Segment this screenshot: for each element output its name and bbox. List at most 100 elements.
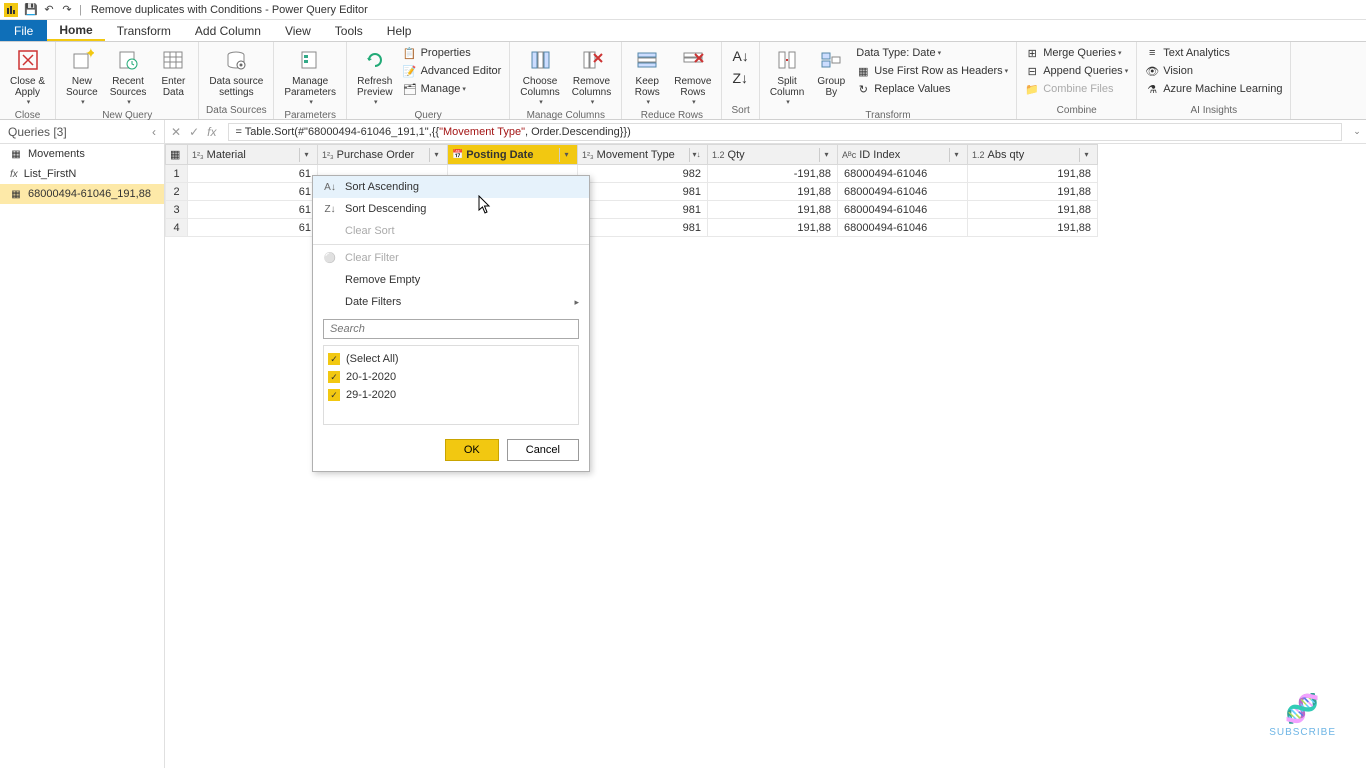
col-header-posting-date[interactable]: 📅Posting Date▾: [448, 145, 578, 165]
qat-redo-icon[interactable]: ↷: [60, 3, 74, 17]
formula-bar[interactable]: = Table.Sort(#"68000494-61046_191,1",{{"…: [228, 123, 1342, 141]
col-header-movement-type[interactable]: 1²₃Movement Type▾↓: [578, 145, 708, 165]
split-column-button[interactable]: Split Column: [764, 44, 810, 108]
ok-button[interactable]: OK: [445, 439, 499, 461]
row-icon-header[interactable]: ▦: [166, 145, 188, 165]
col-header-id-index[interactable]: AᴮcID Index▾: [838, 145, 968, 165]
remove-rows-button[interactable]: Remove Rows: [668, 44, 717, 108]
cell-material[interactable]: 61: [188, 165, 318, 183]
col-header-abs-qty[interactable]: 1.2Abs qty▾: [968, 145, 1098, 165]
text-analytics-button[interactable]: ≡Text Analytics: [1141, 44, 1286, 62]
cell-abs-qty[interactable]: 191,88: [968, 183, 1098, 201]
cell-qty[interactable]: -191,88: [708, 165, 838, 183]
cell-id-index[interactable]: 68000494-61046: [838, 201, 968, 219]
col-header-purchase-order[interactable]: 1²₃Purchase Order▾: [318, 145, 448, 165]
advanced-editor-button[interactable]: 📝Advanced Editor: [399, 62, 506, 80]
cell-abs-qty[interactable]: 191,88: [968, 165, 1098, 183]
refresh-preview-button[interactable]: Refresh Preview: [351, 44, 399, 108]
cell-movement-type[interactable]: 981: [578, 219, 708, 237]
table-row[interactable]: 261981191,8868000494-61046191,88: [166, 183, 1098, 201]
group-by-button[interactable]: Group By: [810, 44, 852, 100]
cell-id-index[interactable]: 68000494-61046: [838, 165, 968, 183]
data-type-button[interactable]: Data Type: Date: [852, 44, 1012, 62]
row-number[interactable]: 1: [166, 165, 188, 183]
cell-qty[interactable]: 191,88: [708, 201, 838, 219]
qat-save-icon[interactable]: 💾: [24, 3, 38, 17]
new-source-button[interactable]: ✦ New Source: [60, 44, 104, 108]
cell-qty[interactable]: 191,88: [708, 219, 838, 237]
row-number[interactable]: 3: [166, 201, 188, 219]
filter-dropdown-icon[interactable]: ▾: [559, 148, 573, 162]
tab-transform[interactable]: Transform: [105, 20, 183, 41]
formula-expand-icon[interactable]: ⌄: [1348, 126, 1366, 137]
cancel-button[interactable]: Cancel: [507, 439, 579, 461]
remove-empty-item[interactable]: Remove Empty: [313, 269, 589, 291]
formula-cancel-icon[interactable]: ✕: [171, 125, 181, 139]
filter-dropdown-icon[interactable]: ▾↓: [689, 148, 703, 162]
cell-material[interactable]: 61: [188, 183, 318, 201]
first-row-headers-button[interactable]: ▦Use First Row as Headers: [852, 62, 1012, 80]
col-header-qty[interactable]: 1.2Qty▾: [708, 145, 838, 165]
tab-home[interactable]: Home: [47, 20, 104, 41]
table-row[interactable]: 461981191,8868000494-61046191,88: [166, 219, 1098, 237]
append-queries-button[interactable]: ⊟Append Queries: [1021, 62, 1132, 80]
tab-tools[interactable]: Tools: [323, 20, 375, 41]
cell-id-index[interactable]: 68000494-61046: [838, 183, 968, 201]
cell-movement-type[interactable]: 982: [578, 165, 708, 183]
qat-undo-icon[interactable]: ↶: [42, 3, 56, 17]
sort-asc-button[interactable]: A↓: [732, 48, 748, 64]
query-item-selected[interactable]: ▦ 68000494-61046_191,88: [0, 184, 164, 204]
cell-movement-type[interactable]: 981: [578, 201, 708, 219]
recent-sources-button[interactable]: Recent Sources: [104, 44, 153, 108]
table-row[interactable]: 361981191,8868000494-61046191,88: [166, 201, 1098, 219]
enter-data-button[interactable]: Enter Data: [152, 44, 194, 100]
filter-search-input[interactable]: [323, 319, 579, 339]
tab-help[interactable]: Help: [375, 20, 424, 41]
keep-rows-button[interactable]: Keep Rows: [626, 44, 668, 108]
tab-file[interactable]: File: [0, 20, 47, 41]
collapse-queries-icon[interactable]: ‹: [152, 125, 156, 139]
sort-descending-item[interactable]: Z↓ Sort Descending: [313, 198, 589, 220]
filter-dropdown-icon[interactable]: ▾: [949, 148, 963, 162]
filter-option-1[interactable]: ✓20-1-2020: [328, 368, 574, 386]
queries-pane-header[interactable]: Queries [3] ‹: [0, 120, 165, 144]
query-item-list-firstn[interactable]: fx List_FirstN: [0, 164, 164, 184]
vision-button[interactable]: 👁Vision: [1141, 62, 1286, 80]
row-number[interactable]: 4: [166, 219, 188, 237]
filter-dropdown-icon[interactable]: ▾: [429, 148, 443, 162]
data-source-settings-button[interactable]: Data source settings: [203, 44, 269, 100]
clear-filter-item: ⚪ Clear Filter: [313, 247, 589, 269]
filter-select-all[interactable]: ✓(Select All): [328, 350, 574, 368]
azure-ml-button[interactable]: ⚗Azure Machine Learning: [1141, 80, 1286, 98]
cell-material[interactable]: 61: [188, 201, 318, 219]
filter-dropdown-icon[interactable]: ▾: [299, 148, 313, 162]
sort-desc-button[interactable]: Z↓: [732, 70, 748, 86]
merge-queries-button[interactable]: ⊞Merge Queries: [1021, 44, 1132, 62]
formula-commit-icon[interactable]: ✓: [189, 125, 199, 139]
fx-icon[interactable]: fx: [207, 125, 216, 139]
col-header-material[interactable]: 1²₃Material▾: [188, 145, 318, 165]
cell-id-index[interactable]: 68000494-61046: [838, 219, 968, 237]
close-apply-button[interactable]: Close & Apply: [4, 44, 51, 108]
cell-qty[interactable]: 191,88: [708, 183, 838, 201]
remove-columns-button[interactable]: Remove Columns: [566, 44, 617, 108]
properties-button[interactable]: 📋Properties: [399, 44, 506, 62]
manage-button[interactable]: 🗂Manage: [399, 80, 506, 98]
choose-columns-button[interactable]: Choose Columns: [514, 44, 565, 108]
cell-abs-qty[interactable]: 191,88: [968, 219, 1098, 237]
tab-add-column[interactable]: Add Column: [183, 20, 273, 41]
tab-view[interactable]: View: [273, 20, 323, 41]
sort-ascending-item[interactable]: A↓ Sort Ascending: [313, 176, 589, 198]
row-number[interactable]: 2: [166, 183, 188, 201]
cell-movement-type[interactable]: 981: [578, 183, 708, 201]
cell-abs-qty[interactable]: 191,88: [968, 201, 1098, 219]
filter-dropdown-icon[interactable]: ▾: [819, 148, 833, 162]
filter-option-2[interactable]: ✓29-1-2020: [328, 386, 574, 404]
query-item-movements[interactable]: ▦ Movements: [0, 144, 164, 164]
replace-values-button[interactable]: ↻Replace Values: [852, 80, 1012, 98]
date-filters-item[interactable]: Date Filters ▸: [313, 291, 589, 313]
filter-dropdown-icon[interactable]: ▾: [1079, 148, 1093, 162]
table-row[interactable]: 161 982-191,8868000494-61046191,88: [166, 165, 1098, 183]
manage-parameters-button[interactable]: Manage Parameters: [278, 44, 342, 108]
cell-material[interactable]: 61: [188, 219, 318, 237]
